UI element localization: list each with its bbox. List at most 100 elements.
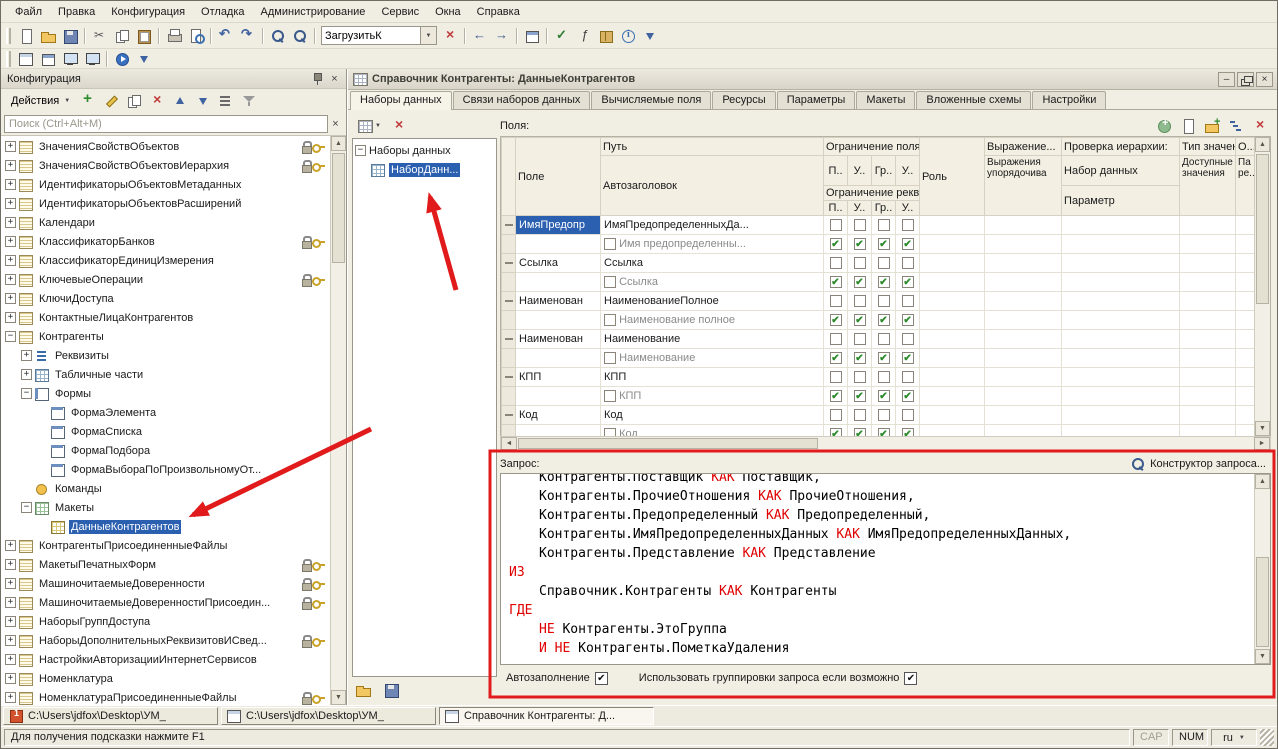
tree-item[interactable]: +Календари <box>1 213 330 232</box>
restriction-cell[interactable]: ✔ <box>896 349 920 368</box>
autofill-checkbox[interactable]: ✔ <box>595 672 608 685</box>
field-row[interactable]: НаименованНаименование <box>502 330 1255 349</box>
field-row[interactable]: КППКПП <box>502 368 1255 387</box>
print-preview-button[interactable] <box>185 26 207 46</box>
checkbox-unchecked[interactable] <box>830 409 842 421</box>
menu-item[interactable]: Файл <box>7 3 50 21</box>
restriction-cell[interactable]: ✔ <box>872 349 896 368</box>
clear-combo-button[interactable] <box>439 26 461 46</box>
checkbox-checked[interactable]: ✔ <box>878 276 890 288</box>
help-book-button[interactable] <box>595 26 617 46</box>
tree-item[interactable]: −Макеты <box>1 498 330 517</box>
auto-title-cell[interactable]: КПП <box>601 387 824 406</box>
checkbox-unchecked[interactable] <box>878 409 890 421</box>
menu-item[interactable]: Администрирование <box>253 3 374 21</box>
expander-icon[interactable]: − <box>21 388 32 399</box>
toolbar-search-input[interactable] <box>321 26 421 45</box>
field-auto-title-row[interactable]: Код✔✔✔✔ <box>502 425 1255 437</box>
field-auto-title-row[interactable]: Имя предопределенны...✔✔✔✔ <box>502 235 1255 254</box>
checkbox-unchecked[interactable] <box>854 371 866 383</box>
sort-button[interactable] <box>215 91 237 111</box>
open-button[interactable] <box>37 26 59 46</box>
expander-icon[interactable]: + <box>5 654 16 665</box>
checkbox-unchecked[interactable] <box>854 409 866 421</box>
tree-item[interactable]: +ЗначенияСвойствОбъектов <box>1 137 330 156</box>
scroll-thumb[interactable] <box>1256 557 1269 647</box>
checkbox-checked[interactable]: ✔ <box>902 238 914 250</box>
delete-field-button[interactable] <box>1249 116 1271 136</box>
checkbox-checked[interactable]: ✔ <box>878 428 890 436</box>
interface-button[interactable] <box>15 49 37 69</box>
add-folder-button[interactable] <box>1201 116 1223 136</box>
checkbox-unchecked[interactable] <box>830 371 842 383</box>
restriction-cell[interactable] <box>848 292 872 311</box>
delete-button[interactable] <box>146 91 168 111</box>
start-debugging-button[interactable] <box>111 49 133 69</box>
restriction-cell[interactable]: ✔ <box>896 311 920 330</box>
field-row[interactable]: ИмяПредопрИмяПредопределенныхДа... <box>502 216 1255 235</box>
taskbar-window-button[interactable]: C:\Users\jdfox\Desktop\УМ_ <box>3 707 218 725</box>
checkbox-unchecked[interactable] <box>902 257 914 269</box>
resize-grip[interactable] <box>1260 729 1274 746</box>
editor-tab[interactable]: Связи наборов данных <box>453 91 591 109</box>
auto-title-cell[interactable]: Имя предопределенны... <box>601 235 824 254</box>
tree-item[interactable]: +МашиночитаемыеДоверенностиПрисоедин... <box>1 593 330 612</box>
field-name-cell[interactable]: Ссылка <box>516 254 601 273</box>
edit-button[interactable] <box>100 91 122 111</box>
tree-item[interactable]: ФормаСписка <box>1 422 330 441</box>
scroll-track[interactable] <box>331 151 346 690</box>
field-name-cell[interactable]: Код <box>516 406 601 425</box>
editor-tab[interactable]: Макеты <box>856 91 915 109</box>
restriction-cell[interactable]: ✔ <box>824 387 848 406</box>
restriction-cell[interactable]: ✔ <box>872 235 896 254</box>
restriction-cell[interactable]: ✔ <box>824 235 848 254</box>
expander-icon[interactable]: + <box>5 274 16 285</box>
tree-item[interactable]: ФормаПодбора <box>1 441 330 460</box>
restriction-cell[interactable] <box>848 406 872 425</box>
menu-item[interactable]: Отладка <box>193 3 252 21</box>
move-up-button[interactable] <box>169 91 191 111</box>
checkbox-checked[interactable]: ✔ <box>902 352 914 364</box>
taskbar-window-button[interactable]: Справочник Контрагенты: Д... <box>439 707 654 725</box>
paste-button[interactable] <box>133 26 155 46</box>
tree-item[interactable]: +КлючевыеОперации <box>1 270 330 289</box>
tree-item[interactable]: +Реквизиты <box>1 346 330 365</box>
info-button[interactable] <box>617 26 639 46</box>
tree-item[interactable]: +МашиночитаемыеДоверенности <box>1 574 330 593</box>
expander-icon[interactable]: + <box>5 179 16 190</box>
expander-icon[interactable]: + <box>5 217 16 228</box>
thick-client-button[interactable] <box>81 49 103 69</box>
restriction-cell[interactable]: ✔ <box>872 273 896 292</box>
row-handle[interactable] <box>502 368 516 387</box>
checkbox-unchecked[interactable] <box>902 371 914 383</box>
checkbox-checked[interactable]: ✔ <box>830 238 842 250</box>
tree-item[interactable]: +ИдентификаторыОбъектовРасширений <box>1 194 330 213</box>
field-row[interactable]: СсылкаСсылка <box>502 254 1255 273</box>
restriction-cell[interactable] <box>824 254 848 273</box>
checkbox-checked[interactable]: ✔ <box>854 352 866 364</box>
go-forward-button[interactable] <box>491 26 513 46</box>
field-auto-title-row[interactable]: Ссылка✔✔✔✔ <box>502 273 1255 292</box>
checkbox-checked[interactable]: ✔ <box>830 390 842 402</box>
menu-item[interactable]: Сервис <box>373 3 427 21</box>
restriction-cell[interactable] <box>848 368 872 387</box>
tree-item[interactable]: ФормаВыбораПоПроизвольномуОт... <box>1 460 330 479</box>
tree-item[interactable]: +КлассификаторБанков <box>1 232 330 251</box>
scroll-track[interactable] <box>517 437 1254 450</box>
clear-search-icon[interactable]: × <box>328 117 343 131</box>
functions-button[interactable] <box>573 26 595 46</box>
field-auto-title-row[interactable]: КПП✔✔✔✔ <box>502 387 1255 406</box>
new-button[interactable] <box>15 26 37 46</box>
cut-button[interactable] <box>89 26 111 46</box>
scroll-thumb[interactable] <box>518 438 818 449</box>
restriction-cell[interactable] <box>848 254 872 273</box>
move-down-button[interactable] <box>192 91 214 111</box>
scroll-left-icon[interactable]: ◄ <box>501 437 517 450</box>
filter-button[interactable] <box>238 91 260 111</box>
checkbox-checked[interactable]: ✔ <box>878 314 890 326</box>
checkbox-checked[interactable]: ✔ <box>854 276 866 288</box>
checkbox-unchecked[interactable] <box>830 219 842 231</box>
checkbox-unchecked[interactable] <box>830 333 842 345</box>
scroll-track[interactable] <box>1255 489 1270 649</box>
field-name-cell[interactable]: Наименован <box>516 292 601 311</box>
